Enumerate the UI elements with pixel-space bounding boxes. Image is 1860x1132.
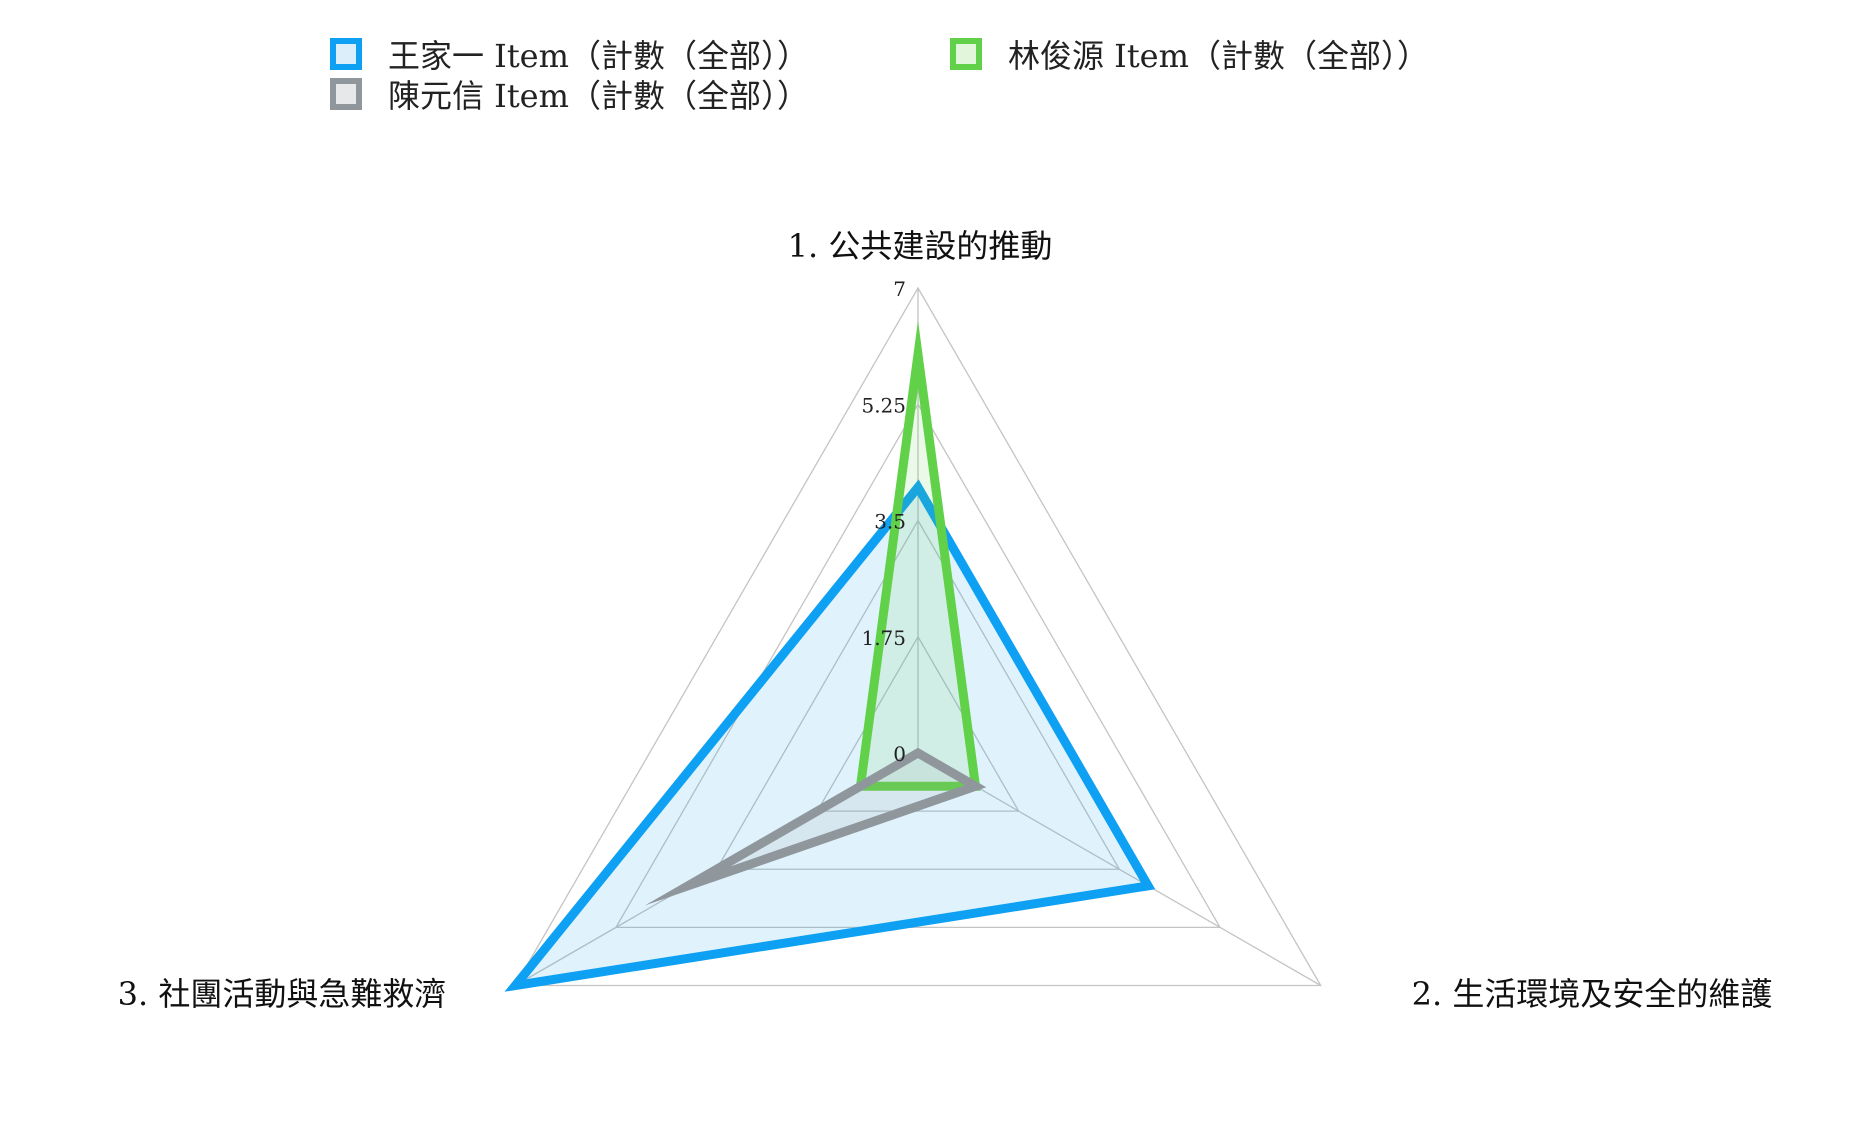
category-label-3: 3. 社團活動與急難救濟 xyxy=(118,975,447,1013)
radar-chart: 王家一 Item（計數（全部）） 林俊源 Item（計數（全部）） 陳元信 It… xyxy=(0,0,1860,1132)
tick-label-3: 5.25 xyxy=(861,393,906,417)
series-line-0 xyxy=(504,479,1156,992)
tick-label-0: 0 xyxy=(893,742,906,766)
tick-label-4: 7 xyxy=(893,277,906,301)
category-label-1: 1. 公共建設的推動 xyxy=(788,227,1053,265)
radar-plot-area: 0 1.75 3.5 5.25 7 1. 公共建設的推動 2. 生活環境及安全的維護 3. 社… xyxy=(118,227,1773,1013)
tick-label-1: 1.75 xyxy=(861,626,906,650)
tick-label-2: 3.5 xyxy=(874,510,906,534)
category-label-2: 2. 生活環境及安全的維護 xyxy=(1412,975,1773,1013)
